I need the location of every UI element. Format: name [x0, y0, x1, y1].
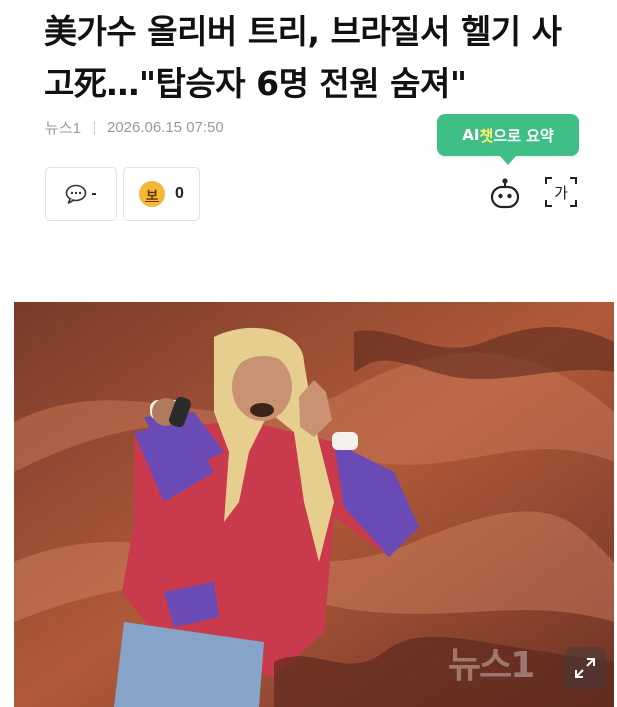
- article-page: 美가수 올리버 트리, 브라질서 헬기 사고死…"탑승자 6명 전원 숨져" 뉴…: [0, 0, 617, 707]
- article-datetime: 2026.06.15 07:50: [106, 119, 224, 136]
- article-photo[interactable]: 뉴스1: [14, 302, 614, 707]
- ai-summary-button[interactable]: AI 챗 으로 요약: [437, 114, 579, 165]
- comment-count: -: [91, 185, 97, 202]
- ai-summary-suffix: 으로 요약: [493, 126, 554, 145]
- article-meta: 뉴스1 2026.06.15 07:50: [45, 117, 224, 138]
- reaction-icon: 보: [139, 181, 166, 207]
- expand-icon: [575, 658, 595, 678]
- ai-summary-prefix: AI: [462, 126, 480, 144]
- font-size-icon: 가: [545, 177, 577, 207]
- meta-divider: [93, 120, 95, 135]
- ai-summary-highlight: 챗: [479, 126, 494, 145]
- comment-icon: [66, 184, 87, 204]
- comment-button[interactable]: -: [45, 167, 117, 221]
- reaction-count: 0: [175, 185, 184, 202]
- font-size-button[interactable]: 가: [543, 175, 579, 209]
- article-source[interactable]: 뉴스1: [45, 117, 81, 138]
- article-headline: 美가수 올리버 트리, 브라질서 헬기 사고死…"탑승자 6명 전원 숨져": [44, 12, 562, 103]
- ai-robot-icon[interactable]: [488, 176, 522, 210]
- reaction-button[interactable]: 보 0: [123, 167, 200, 221]
- reaction-icon-glyph: 보: [146, 187, 159, 203]
- photo-expand-button[interactable]: [564, 647, 606, 689]
- photo-watermark: 뉴스1: [448, 645, 535, 686]
- font-size-glyph: 가: [554, 184, 568, 202]
